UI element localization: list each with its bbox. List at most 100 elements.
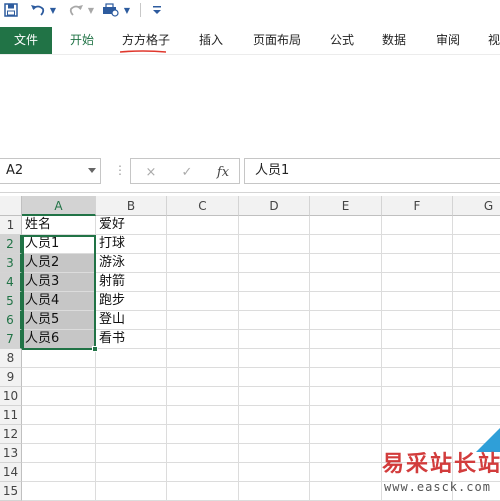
- cell-f8[interactable]: [382, 349, 453, 368]
- cell-b8[interactable]: [96, 349, 167, 368]
- tab-page-layout[interactable]: 页面布局: [253, 27, 301, 54]
- cell-d7[interactable]: [239, 330, 310, 349]
- cell-a4[interactable]: 人员3: [22, 273, 96, 292]
- cell-c14[interactable]: [167, 463, 239, 482]
- cell-c6[interactable]: [167, 311, 239, 330]
- cell-b9[interactable]: [96, 368, 167, 387]
- cell-d9[interactable]: [239, 368, 310, 387]
- cell-c2[interactable]: [167, 235, 239, 254]
- row-header-13[interactable]: 13: [0, 444, 22, 463]
- cell-g2[interactable]: [453, 235, 500, 254]
- column-header-d[interactable]: D: [239, 196, 310, 216]
- cell-f2[interactable]: [382, 235, 453, 254]
- tab-formulas[interactable]: 公式: [330, 27, 354, 54]
- name-box[interactable]: A2: [0, 158, 101, 184]
- cell-c5[interactable]: [167, 292, 239, 311]
- cell-c12[interactable]: [167, 425, 239, 444]
- redo-dropdown-icon[interactable]: ▼: [86, 0, 96, 20]
- cell-d12[interactable]: [239, 425, 310, 444]
- cell-d5[interactable]: [239, 292, 310, 311]
- cell-b13[interactable]: [96, 444, 167, 463]
- row-header-14[interactable]: 14: [0, 463, 22, 482]
- row-header-12[interactable]: 12: [0, 425, 22, 444]
- column-header-e[interactable]: E: [310, 196, 382, 216]
- cell-e10[interactable]: [310, 387, 382, 406]
- row-header-8[interactable]: 8: [0, 349, 22, 368]
- cell-c13[interactable]: [167, 444, 239, 463]
- cell-e7[interactable]: [310, 330, 382, 349]
- cell-a9[interactable]: [22, 368, 96, 387]
- cell-b14[interactable]: [96, 463, 167, 482]
- cell-d6[interactable]: [239, 311, 310, 330]
- cell-b10[interactable]: [96, 387, 167, 406]
- cell-e9[interactable]: [310, 368, 382, 387]
- cell-c10[interactable]: [167, 387, 239, 406]
- cell-d8[interactable]: [239, 349, 310, 368]
- row-header-10[interactable]: 10: [0, 387, 22, 406]
- customize-dropdown-icon[interactable]: [150, 0, 164, 20]
- cell-f10[interactable]: [382, 387, 453, 406]
- cell-a1[interactable]: 姓名: [22, 216, 96, 235]
- cell-a13[interactable]: [22, 444, 96, 463]
- cell-a7[interactable]: 人员6: [22, 330, 96, 349]
- print-preview-icon[interactable]: [100, 0, 122, 20]
- redo-icon[interactable]: [66, 0, 86, 20]
- cell-b7[interactable]: 看书: [96, 330, 167, 349]
- cell-g3[interactable]: [453, 254, 500, 273]
- cell-c4[interactable]: [167, 273, 239, 292]
- cell-e2[interactable]: [310, 235, 382, 254]
- cancel-icon[interactable]: ×: [141, 163, 161, 181]
- cell-g4[interactable]: [453, 273, 500, 292]
- insert-function-button[interactable]: fx: [213, 163, 233, 181]
- row-header-1[interactable]: 1: [0, 216, 22, 235]
- cell-f1[interactable]: [382, 216, 453, 235]
- cell-g1[interactable]: [453, 216, 500, 235]
- chevron-down-icon[interactable]: [88, 168, 96, 174]
- cell-a12[interactable]: [22, 425, 96, 444]
- cell-b15[interactable]: [96, 482, 167, 501]
- cell-c15[interactable]: [167, 482, 239, 501]
- cell-d13[interactable]: [239, 444, 310, 463]
- cell-b4[interactable]: 射箭: [96, 273, 167, 292]
- cell-f4[interactable]: [382, 273, 453, 292]
- tab-home[interactable]: 开始: [70, 27, 94, 54]
- cell-d11[interactable]: [239, 406, 310, 425]
- column-header-a[interactable]: A: [22, 196, 96, 216]
- cell-e1[interactable]: [310, 216, 382, 235]
- row-header-4[interactable]: 4: [0, 273, 22, 292]
- save-icon[interactable]: [2, 0, 20, 20]
- cell-a10[interactable]: [22, 387, 96, 406]
- cell-f3[interactable]: [382, 254, 453, 273]
- row-header-7[interactable]: 7: [0, 330, 22, 349]
- cell-a8[interactable]: [22, 349, 96, 368]
- cell-b11[interactable]: [96, 406, 167, 425]
- cell-c3[interactable]: [167, 254, 239, 273]
- cell-a11[interactable]: [22, 406, 96, 425]
- row-header-3[interactable]: 3: [0, 254, 22, 273]
- cell-d2[interactable]: [239, 235, 310, 254]
- cell-a6[interactable]: 人员5: [22, 311, 96, 330]
- cell-e5[interactable]: [310, 292, 382, 311]
- cell-g6[interactable]: [453, 311, 500, 330]
- row-header-15[interactable]: 15: [0, 482, 22, 501]
- cell-a14[interactable]: [22, 463, 96, 482]
- cell-d10[interactable]: [239, 387, 310, 406]
- tab-file[interactable]: 文件: [0, 27, 52, 54]
- cell-d4[interactable]: [239, 273, 310, 292]
- cell-b5[interactable]: 跑步: [96, 292, 167, 311]
- row-header-6[interactable]: 6: [0, 311, 22, 330]
- cell-g10[interactable]: [453, 387, 500, 406]
- cell-b1[interactable]: 爱好: [96, 216, 167, 235]
- cell-e6[interactable]: [310, 311, 382, 330]
- tab-insert[interactable]: 插入: [199, 27, 223, 54]
- cell-d1[interactable]: [239, 216, 310, 235]
- cell-c1[interactable]: [167, 216, 239, 235]
- cell-f6[interactable]: [382, 311, 453, 330]
- row-header-2[interactable]: 2: [0, 235, 22, 254]
- cell-e4[interactable]: [310, 273, 382, 292]
- cell-g8[interactable]: [453, 349, 500, 368]
- tab-review[interactable]: 审阅: [436, 27, 460, 54]
- cell-b12[interactable]: [96, 425, 167, 444]
- cell-b2[interactable]: 打球: [96, 235, 167, 254]
- cell-e11[interactable]: [310, 406, 382, 425]
